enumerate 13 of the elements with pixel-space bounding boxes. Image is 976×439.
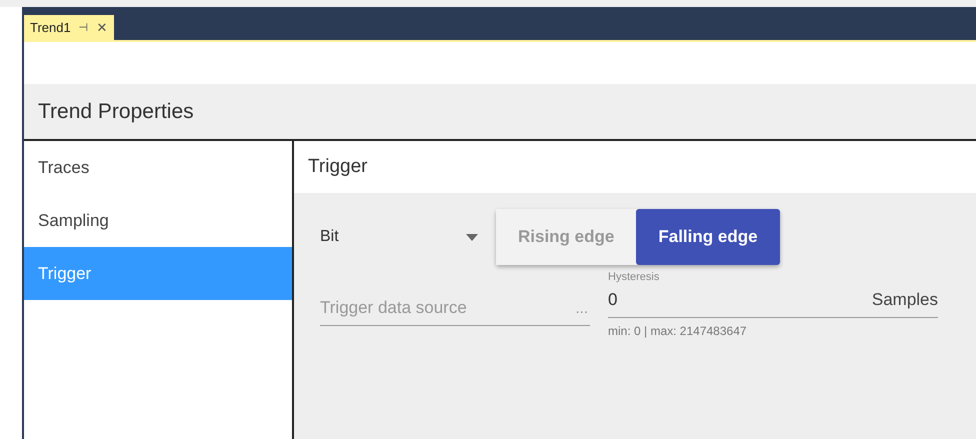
- type-dropdown[interactable]: Bit: [320, 215, 478, 259]
- close-icon[interactable]: ✕: [96, 20, 108, 35]
- pin-icon[interactable]: ⊣: [78, 21, 89, 34]
- edge-option[interactable]: Falling edge: [636, 209, 780, 265]
- document-tab[interactable]: Trend1 ⊣ ✕: [24, 15, 114, 40]
- section-title: Trigger: [294, 141, 976, 193]
- properties-title: Trend Properties: [38, 100, 194, 124]
- sidebar-item[interactable]: Traces: [24, 141, 292, 194]
- hysteresis-field[interactable]: 0 Samples: [608, 283, 938, 318]
- field-label: Hysteresis: [608, 271, 660, 283]
- field-hint: min: 0 | max: 2147483647: [608, 324, 747, 338]
- dropdown-caret-icon: [466, 234, 478, 240]
- sidebar-item[interactable]: Sampling: [24, 194, 292, 247]
